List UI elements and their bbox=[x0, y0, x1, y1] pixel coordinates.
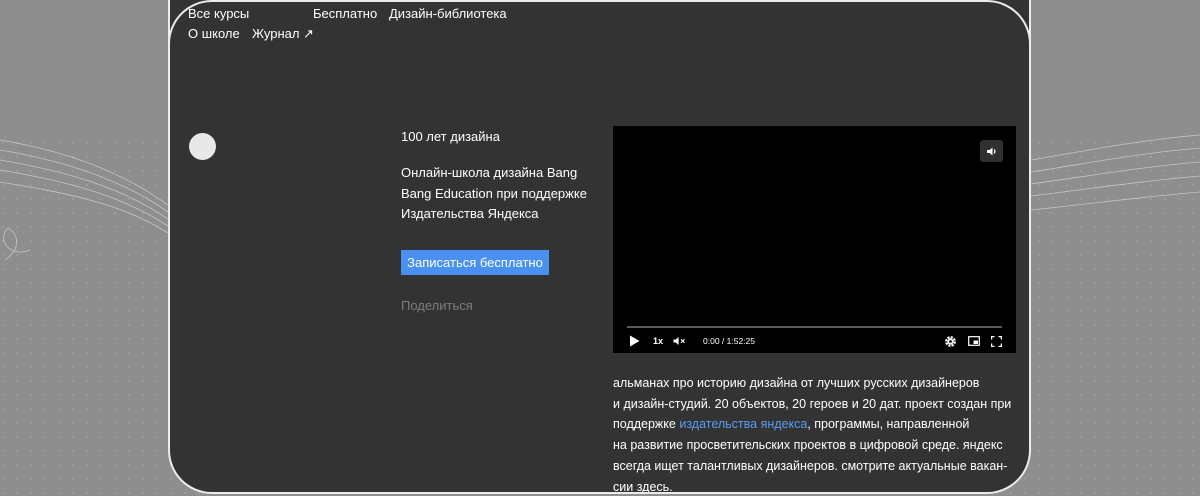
about-line: и дизайн-студий. 20 объектов, 20 героев … bbox=[613, 396, 1012, 411]
settings-icon[interactable] bbox=[944, 333, 957, 349]
video-controls: 1x 0:00 / 1:52:25 bbox=[627, 333, 1004, 349]
course-info: 100 лет дизайна Онлайн-школа дизайна Ban… bbox=[401, 128, 601, 225]
avatar bbox=[189, 133, 216, 160]
share-link[interactable]: Поделиться bbox=[401, 298, 473, 313]
nav-free[interactable]: Бесплатно bbox=[313, 6, 377, 21]
fullscreen-icon[interactable] bbox=[991, 333, 1002, 349]
video-player[interactable]: 1x 0:00 / 1:52:25 bbox=[613, 126, 1016, 353]
enroll-free-button[interactable]: Записаться бесплатно bbox=[401, 250, 549, 275]
video-progress-bar[interactable] bbox=[627, 326, 1002, 328]
course-card: Все курсы Бесплатно Дизайн-библиотека О … bbox=[168, 0, 1031, 494]
play-icon[interactable] bbox=[629, 333, 640, 349]
about-line-text: поддержке bbox=[613, 417, 680, 432]
about-line: сии здесь. bbox=[613, 479, 673, 494]
course-description: Онлайн-школа дизайна Bang Bang Education… bbox=[401, 165, 587, 221]
nav-journal[interactable]: Журнал ↗ bbox=[252, 26, 314, 42]
about-text: альманах про историю дизайна от лучших р… bbox=[613, 373, 1023, 494]
yandex-publishing-link[interactable]: издательства яндекса bbox=[679, 417, 807, 431]
about-line: на развитие просветительских проектов в … bbox=[613, 438, 1003, 453]
about-line: альманах про историю дизайна от лучших р… bbox=[613, 376, 980, 390]
about-line: поддержке издательства яндекса, программ… bbox=[613, 414, 1023, 435]
about-line-text: , программы, направленной bbox=[807, 417, 970, 432]
playback-speed[interactable]: 1x bbox=[653, 333, 663, 349]
nav-all-courses[interactable]: Все курсы bbox=[188, 6, 249, 21]
about-line: всегда ищет талантливых дизайнеров. смот… bbox=[613, 458, 1008, 473]
miniplayer-icon[interactable] bbox=[968, 333, 980, 349]
mute-icon[interactable] bbox=[673, 333, 686, 349]
nav-about[interactable]: О школе bbox=[188, 26, 240, 41]
nav-design-library[interactable]: Дизайн-библиотека bbox=[389, 6, 507, 21]
course-title: 100 лет дизайна bbox=[401, 129, 500, 144]
page-bottom-strip bbox=[0, 496, 1200, 504]
video-time: 0:00 / 1:52:25 bbox=[703, 336, 755, 346]
volume-icon[interactable] bbox=[980, 140, 1003, 162]
